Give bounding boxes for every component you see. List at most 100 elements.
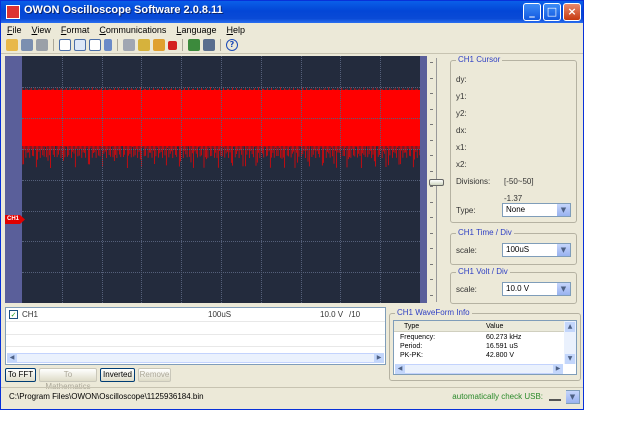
to-mathematics-button[interactable]: To Mathematics	[39, 368, 97, 391]
scroll-right-icon[interactable]: ▶	[553, 364, 563, 374]
grid-line	[22, 148, 420, 150]
grid-line	[22, 272, 420, 274]
usb-dropdown[interactable]: ▼	[566, 390, 580, 404]
slider-tick	[430, 139, 433, 141]
status-bar: C:\Program Files\OWON\Oscilloscope\11259…	[1, 387, 583, 405]
help-icon[interactable]: ?	[226, 39, 238, 51]
slider-tick	[430, 217, 433, 218]
time-scale-select[interactable]: 100uS ▼	[502, 243, 571, 257]
channel-probe: /10	[349, 310, 361, 319]
scroll-left-icon[interactable]: ◀	[395, 364, 405, 374]
title-bar: OWON Oscilloscope Software 2.0.8.11 _ □ …	[1, 1, 583, 23]
cursor-group-title: CH1 Cursor	[456, 55, 503, 64]
minimize-button[interactable]: _	[523, 3, 541, 21]
info-vscrollbar[interactable]: ▲ ▼	[564, 321, 576, 364]
slider-tick	[430, 124, 433, 125]
menu-help[interactable]: Help	[226, 23, 245, 37]
menu-communications[interactable]: Communications	[99, 23, 166, 37]
time-scale-value: 100uS	[506, 245, 530, 254]
menu-bar: File View Format Communications Language…	[1, 23, 583, 37]
inverted-button[interactable]: Inverted	[100, 368, 135, 382]
cursor-type-select[interactable]: None ▼	[502, 203, 571, 217]
time-scale-label: scale:	[456, 246, 477, 255]
slider-tick	[430, 62, 433, 63]
scope-display: CH1	[5, 56, 427, 303]
usb-icon	[549, 392, 561, 401]
scope-screen[interactable]	[22, 56, 420, 303]
slider-tick	[430, 108, 433, 110]
cursor-dy-label: dy:	[456, 75, 467, 84]
menu-language[interactable]: Language	[176, 23, 216, 37]
menu-format[interactable]: Format	[61, 23, 90, 37]
channel-volts: 10.0 V	[320, 310, 344, 319]
to-fft-button[interactable]: To FFT	[5, 368, 36, 382]
time-div-group: CH1 Time / Div scale: 100uS ▼	[450, 228, 577, 265]
menu-file[interactable]: File	[7, 23, 22, 37]
slider-tick	[430, 248, 433, 249]
volt-scale-value: 10.0 V	[506, 284, 530, 293]
slider-tick	[430, 93, 433, 94]
open-icon[interactable]	[6, 39, 18, 51]
print-icon[interactable]	[36, 39, 48, 51]
info-hscrollbar[interactable]: ◀ ▶	[395, 364, 563, 374]
channel-hscrollbar[interactable]: ◀ ▶	[7, 353, 384, 363]
cursor-type-value: None	[506, 205, 526, 214]
divisions-value: -1.37	[504, 194, 523, 203]
slider-tick	[430, 263, 433, 265]
get-data-icon[interactable]	[138, 39, 150, 51]
volt-scale-select[interactable]: 10.0 V ▼	[502, 282, 571, 296]
maximize-button[interactable]: □	[543, 3, 561, 21]
device-icon[interactable]	[203, 39, 215, 51]
usb-status: automatically check USB:	[452, 392, 543, 401]
ch1-checkbox[interactable]: ✓	[9, 310, 18, 319]
slider-tick	[430, 232, 433, 234]
stop-icon[interactable]	[168, 40, 177, 50]
close-button[interactable]: ×	[563, 3, 581, 21]
channel-list: ✓ CH1 100uS 10.0 V /10 ◀ ▶	[5, 307, 386, 365]
row-type: Period:	[400, 343, 423, 350]
window-title: OWON Oscilloscope Software 2.0.8.11	[24, 4, 223, 16]
chevron-down-icon: ▼	[557, 244, 570, 256]
connect-icon[interactable]	[123, 39, 135, 51]
cursor-group: CH1 Cursor dy: y1: y2: dx: x1: x2: Divis…	[450, 55, 577, 223]
header-value: Value	[486, 323, 504, 330]
slider-tick	[430, 279, 433, 280]
scroll-left-icon[interactable]: ◀	[7, 353, 17, 363]
row-divider	[6, 334, 385, 335]
chevron-down-icon: ▼	[566, 391, 579, 403]
list-view-icon[interactable]	[59, 39, 71, 51]
scroll-up-icon[interactable]: ▲	[565, 322, 575, 332]
points-view-icon[interactable]	[104, 39, 112, 51]
app-window: OWON Oscilloscope Software 2.0.8.11 _ □ …	[0, 0, 584, 410]
channel-name: CH1	[22, 310, 39, 319]
grid-view-icon[interactable]	[74, 39, 86, 51]
chevron-down-icon: ▼	[557, 283, 570, 295]
volt-div-title: CH1 Volt / Div	[456, 267, 510, 276]
dots-view-icon[interactable]	[89, 39, 101, 51]
grid-line	[22, 179, 420, 181]
toolbar-separator	[117, 39, 118, 51]
auto-icon[interactable]	[153, 39, 165, 51]
waveform-info-table: Type Value Frequency: 60.273 kHz Period:…	[393, 320, 577, 375]
cursor-y1-label: y1:	[456, 92, 467, 101]
row-type: Frequency:	[400, 334, 436, 341]
scroll-down-icon[interactable]: ▼	[565, 354, 575, 364]
time-div-title: CH1 Time / Div	[456, 228, 514, 237]
row-divider	[6, 321, 385, 322]
row-value: 60.273 kHz	[486, 334, 522, 341]
save-icon[interactable]	[21, 39, 33, 51]
vertical-slider[interactable]	[429, 56, 445, 304]
remove-button[interactable]: Remove	[138, 368, 171, 382]
toolbar-separator	[182, 39, 183, 51]
header-type: Type	[404, 323, 420, 330]
row-divider	[6, 346, 385, 347]
grid-line	[22, 241, 420, 243]
table-header: Type Value	[394, 321, 564, 332]
row-value: 42.800 V	[486, 352, 515, 359]
slider-thumb[interactable]	[429, 179, 444, 186]
scroll-right-icon[interactable]: ▶	[374, 353, 384, 363]
toolbar: ?	[1, 37, 583, 54]
export-icon[interactable]	[188, 39, 200, 51]
cursor-dx-label: dx:	[456, 126, 467, 135]
menu-view[interactable]: View	[32, 23, 51, 37]
